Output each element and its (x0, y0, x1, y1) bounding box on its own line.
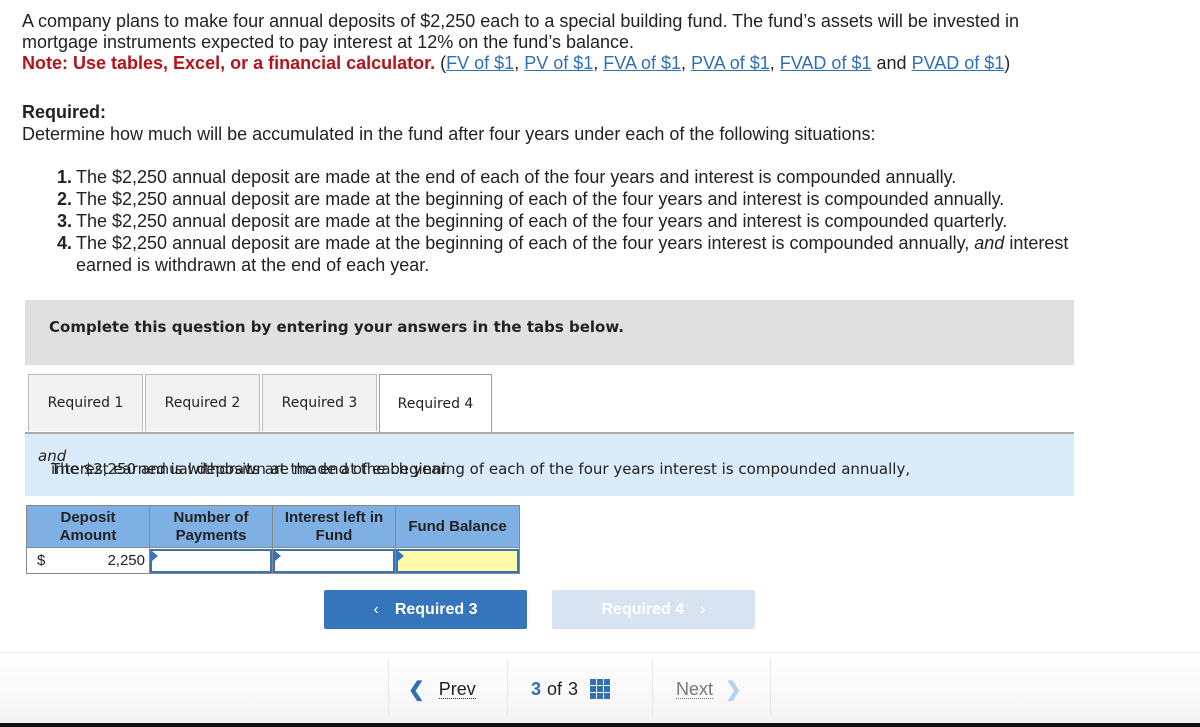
deposit-amount-cell: $ 2,250 (26, 547, 150, 574)
footer-navigation: ❮ Prev 3 of 3 Next ❯ (0, 652, 1200, 724)
banner-text: Complete this question by entering your … (49, 318, 624, 336)
and-text: and (876, 53, 907, 73)
link-pv[interactable]: PV of $1 (524, 53, 593, 73)
chevron-right-icon: ❯ (725, 678, 742, 701)
tab-required-4[interactable]: Required 4 (379, 374, 492, 433)
required-intro: Determine how much will be accumulated i… (22, 124, 876, 144)
currency-symbol: $ (37, 552, 46, 569)
header-fund-balance: Fund Balance (395, 505, 520, 548)
list-item: 4. The $2,250 annual deposit are made at… (50, 232, 1068, 276)
header-number-of-payments: Number of Payments (149, 505, 273, 548)
footer-divider (770, 659, 771, 715)
required-heading: Required: (22, 102, 107, 122)
link-fv[interactable]: FV of $1 (446, 53, 514, 73)
header-deposit-amount: Deposit Amount (26, 505, 150, 548)
panel-text: The $2,250 annual deposits are made at t… (38, 447, 1068, 478)
chevron-left-icon: ❮ (408, 678, 425, 701)
list-item: 1. The $2,250 annual deposit are made at… (50, 166, 1068, 188)
panel-text-part: interest earned is withdrawn at the end … (51, 460, 450, 478)
instruction-banner: Complete this question by entering your … (25, 300, 1074, 365)
item-text: The $2,250 annual deposit are made at th… (76, 232, 1068, 276)
fund-balance-cell (395, 547, 520, 574)
table-header-row: Deposit Amount Number of Payments Interest… (26, 505, 520, 548)
tab-required-1[interactable]: Required 1 (28, 374, 143, 431)
number-of-payments-input[interactable] (150, 548, 272, 573)
bottom-edge (0, 723, 1200, 727)
list-item: 3. The $2,250 annual deposit are made at… (50, 210, 1068, 232)
page-of: of (547, 678, 563, 699)
header-interest-left: Interest left in Fund (272, 505, 396, 548)
tab-panel-description: The $2,250 annual deposits are made at t… (25, 434, 1074, 496)
list-item: 2. The $2,250 annual deposit are made at… (50, 188, 1068, 210)
prev-label: Prev (438, 678, 476, 699)
item-number: 4. (56, 233, 72, 253)
item-text-emphasis: and (974, 233, 1005, 253)
item-number: 3. (56, 211, 72, 231)
footer-divider (507, 659, 508, 715)
prev-required-label: Required 3 (394, 600, 478, 618)
link-fva[interactable]: FVA of $1 (603, 53, 681, 73)
tab-required-2[interactable]: Required 2 (145, 374, 260, 431)
link-pvad[interactable]: PVAD of $1 (912, 53, 1005, 73)
prev-question-link[interactable]: ❮ Prev (408, 659, 476, 719)
table-row: $ 2,250 (26, 547, 520, 574)
next-label: Next (676, 678, 714, 699)
total-pages: 3 (568, 678, 579, 699)
item-number: 1. (56, 167, 72, 187)
fund-balance-input[interactable] (396, 548, 519, 573)
item-text: The $2,250 annual deposit are made at th… (76, 211, 1008, 231)
grid-view-icon[interactable] (590, 679, 611, 699)
note-line: Note: Use tables, Excel, or a financial … (22, 53, 1011, 73)
item-text: The $2,250 annual deposit are made at th… (76, 167, 957, 187)
item-text-part: The $2,250 annual deposit are made at th… (76, 233, 975, 253)
current-page: 3 (531, 678, 542, 699)
item-text-part: interest (1004, 233, 1069, 253)
number-of-payments-cell (149, 547, 273, 574)
question-text: A company plans to make four annual depo… (22, 11, 1182, 74)
item-number: 2. (56, 189, 72, 209)
chevron-right-icon: › (700, 600, 706, 618)
question-line-2: mortgage instruments expected to pay int… (22, 32, 635, 52)
footer-divider (388, 659, 389, 715)
next-required-label: Required 4 (601, 600, 685, 618)
item-text: The $2,250 annual deposit are made at th… (76, 189, 1005, 209)
tab-required-3[interactable]: Required 3 (262, 374, 377, 431)
note-text: Note: Use tables, Excel, or a financial … (22, 53, 436, 73)
link-fvad[interactable]: FVAD of $1 (780, 53, 872, 73)
item-text-part: earned is withdrawn at the end of each y… (76, 255, 430, 275)
requirements-list: 1. The $2,250 annual deposit are made at… (50, 166, 1068, 276)
link-pva[interactable]: PVA of $1 (691, 53, 770, 73)
question-line-1: A company plans to make four annual depo… (22, 11, 1019, 31)
chevron-left-icon: ‹ (373, 600, 379, 618)
answer-table: Deposit Amount Number of Payments Interest… (26, 505, 520, 574)
footer-divider (652, 659, 653, 715)
next-question-link[interactable]: Next ❯ (676, 659, 742, 719)
deposit-value: 2,250 (107, 552, 145, 569)
tab-bar: Required 1 Required 2 Required 3 Require… (28, 374, 494, 433)
interest-left-cell (272, 547, 396, 574)
interest-left-input[interactable] (273, 548, 395, 573)
prev-required-button[interactable]: ‹ Required 3 (324, 590, 527, 629)
page-indicator: 3 of 3 (531, 659, 611, 719)
next-required-button[interactable]: Required 4 › (552, 590, 755, 629)
